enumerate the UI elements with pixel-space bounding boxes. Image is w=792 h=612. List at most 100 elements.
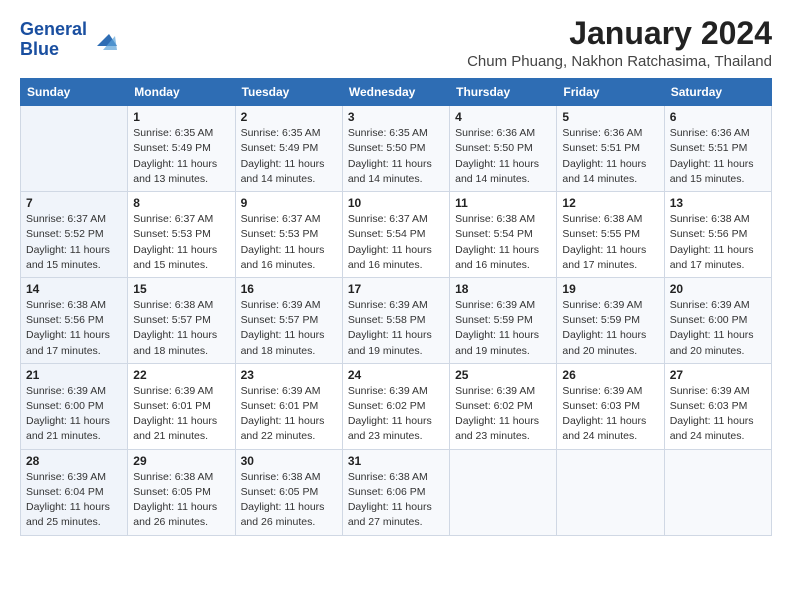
calendar-cell <box>450 449 557 535</box>
day-info: Sunrise: 6:39 AMSunset: 5:57 PMDaylight:… <box>241 298 337 359</box>
calendar-cell: 19 Sunrise: 6:39 AMSunset: 5:59 PMDayligh… <box>557 277 664 363</box>
day-number: 20 <box>670 282 766 296</box>
day-number: 13 <box>670 196 766 210</box>
day-number: 2 <box>241 110 337 124</box>
calendar-cell: 22Sunrise: 6:39 AMSunset: 6:01 PMDayligh… <box>128 363 235 449</box>
day-info: Sunrise: 6:38 AMSunset: 6:05 PMDaylight:… <box>133 470 229 531</box>
calendar-cell: 2Sunrise: 6:35 AMSunset: 5:49 PMDaylight… <box>235 106 342 192</box>
calendar-cell: 4 Sunrise: 6:36 AMSunset: 5:50 PMDaylight… <box>450 106 557 192</box>
day-info: Sunrise: 6:39 AMSunset: 6:04 PMDaylight:… <box>26 470 122 531</box>
calendar-cell: 27Sunrise: 6:39 AMSunset: 6:03 PMDayligh… <box>664 363 771 449</box>
calendar-cell: 20 Sunrise: 6:39 AMSunset: 6:00 PMDayligh… <box>664 277 771 363</box>
day-number: 23 <box>241 368 337 382</box>
calendar-cell: 21Sunrise: 6:39 AMSunset: 6:00 PMDayligh… <box>21 363 128 449</box>
day-info: Sunrise: 6:39 AMSunset: 5:59 PMDaylight:… <box>562 298 658 359</box>
calendar-cell: 16 Sunrise: 6:39 AMSunset: 5:57 PMDayligh… <box>235 277 342 363</box>
day-info: Sunrise: 6:38 AMSunset: 6:06 PMDaylight:… <box>348 470 444 531</box>
calendar-cell: 9 Sunrise: 6:37 AMSunset: 5:53 PMDaylight… <box>235 192 342 278</box>
day-info: Sunrise: 6:35 AMSunset: 5:49 PMDaylight:… <box>133 126 229 187</box>
day-number: 5 <box>562 110 658 124</box>
day-number: 25 <box>455 368 551 382</box>
day-info: Sunrise: 6:36 AMSunset: 5:51 PMDaylight:… <box>562 126 658 187</box>
header-sunday: Sunday <box>21 79 128 106</box>
day-info: Sunrise: 6:39 AMSunset: 6:00 PMDaylight:… <box>670 298 766 359</box>
day-info: Sunrise: 6:36 AMSunset: 5:51 PMDaylight:… <box>670 126 766 187</box>
day-info: Sunrise: 6:38 AMSunset: 6:05 PMDaylight:… <box>241 470 337 531</box>
day-number: 14 <box>26 282 122 296</box>
day-number: 24 <box>348 368 444 382</box>
header-saturday: Saturday <box>664 79 771 106</box>
calendar-cell: 14 Sunrise: 6:38 AMSunset: 5:56 PMDayligh… <box>21 277 128 363</box>
day-info: Sunrise: 6:39 AMSunset: 6:01 PMDaylight:… <box>241 384 337 445</box>
day-info: Sunrise: 6:38 AMSunset: 5:54 PMDaylight:… <box>455 212 551 273</box>
day-info: Sunrise: 6:35 AMSunset: 5:50 PMDaylight:… <box>348 126 444 187</box>
day-info: Sunrise: 6:36 AMSunset: 5:50 PMDaylight:… <box>455 126 551 187</box>
calendar-cell: 13 Sunrise: 6:38 AMSunset: 5:56 PMDayligh… <box>664 192 771 278</box>
calendar-week-3: 14 Sunrise: 6:38 AMSunset: 5:56 PMDayligh… <box>21 277 772 363</box>
calendar-week-5: 28 Sunrise: 6:39 AMSunset: 6:04 PMDayligh… <box>21 449 772 535</box>
day-number: 4 <box>455 110 551 124</box>
day-number: 8 <box>133 196 229 210</box>
day-number: 26 <box>562 368 658 382</box>
calendar-cell: 23 Sunrise: 6:39 AMSunset: 6:01 PMDayligh… <box>235 363 342 449</box>
subtitle: Chum Phuang, Nakhon Ratchasima, Thailand <box>467 53 772 70</box>
calendar-table: SundayMondayTuesdayWednesdayThursdayFrid… <box>20 78 772 535</box>
day-info: Sunrise: 6:38 AMSunset: 5:55 PMDaylight:… <box>562 212 658 273</box>
calendar-week-1: 1 Sunrise: 6:35 AMSunset: 5:49 PMDaylight… <box>21 106 772 192</box>
calendar-cell: 10Sunrise: 6:37 AMSunset: 5:54 PMDayligh… <box>342 192 449 278</box>
header-monday: Monday <box>128 79 235 106</box>
day-number: 16 <box>241 282 337 296</box>
header-thursday: Thursday <box>450 79 557 106</box>
day-info: Sunrise: 6:38 AMSunset: 5:57 PMDaylight:… <box>133 298 229 359</box>
calendar-cell: 17 Sunrise: 6:39 AMSunset: 5:58 PMDayligh… <box>342 277 449 363</box>
day-info: Sunrise: 6:38 AMSunset: 5:56 PMDaylight:… <box>26 298 122 359</box>
day-info: Sunrise: 6:37 AMSunset: 5:53 PMDaylight:… <box>241 212 337 273</box>
day-info: Sunrise: 6:37 AMSunset: 5:52 PMDaylight:… <box>26 212 122 273</box>
day-number: 9 <box>241 196 337 210</box>
day-number: 11 <box>455 196 551 210</box>
day-info: Sunrise: 6:38 AMSunset: 5:56 PMDaylight:… <box>670 212 766 273</box>
day-number: 17 <box>348 282 444 296</box>
calendar-cell: 1 Sunrise: 6:35 AMSunset: 5:49 PMDaylight… <box>128 106 235 192</box>
calendar-cell <box>21 106 128 192</box>
header-friday: Friday <box>557 79 664 106</box>
day-number: 19 <box>562 282 658 296</box>
calendar-week-2: 7 Sunrise: 6:37 AMSunset: 5:52 PMDaylight… <box>21 192 772 278</box>
day-number: 1 <box>133 110 229 124</box>
calendar-cell <box>557 449 664 535</box>
day-number: 12 <box>562 196 658 210</box>
calendar-cell: 3 Sunrise: 6:35 AMSunset: 5:50 PMDaylight… <box>342 106 449 192</box>
header-tuesday: Tuesday <box>235 79 342 106</box>
calendar-cell: 31 Sunrise: 6:38 AMSunset: 6:06 PMDayligh… <box>342 449 449 535</box>
page-header: GeneralBlue January 2024 Chum Phuang, Na… <box>20 16 772 70</box>
logo-text: GeneralBlue <box>20 20 87 60</box>
title-block: January 2024 Chum Phuang, Nakhon Ratchas… <box>467 16 772 70</box>
day-number: 31 <box>348 454 444 468</box>
day-number: 29 <box>133 454 229 468</box>
day-info: Sunrise: 6:39 AMSunset: 6:02 PMDaylight:… <box>348 384 444 445</box>
day-number: 3 <box>348 110 444 124</box>
day-number: 30 <box>241 454 337 468</box>
day-info: Sunrise: 6:39 AMSunset: 5:58 PMDaylight:… <box>348 298 444 359</box>
day-info: Sunrise: 6:39 AMSunset: 6:02 PMDaylight:… <box>455 384 551 445</box>
calendar-cell: 7 Sunrise: 6:37 AMSunset: 5:52 PMDaylight… <box>21 192 128 278</box>
day-number: 15 <box>133 282 229 296</box>
calendar-week-4: 21Sunrise: 6:39 AMSunset: 6:00 PMDayligh… <box>21 363 772 449</box>
main-title: January 2024 <box>467 16 772 51</box>
calendar-cell: 30 Sunrise: 6:38 AMSunset: 6:05 PMDayligh… <box>235 449 342 535</box>
header-wednesday: Wednesday <box>342 79 449 106</box>
logo: GeneralBlue <box>20 20 117 60</box>
day-info: Sunrise: 6:39 AMSunset: 6:01 PMDaylight:… <box>133 384 229 445</box>
calendar-cell: 5 Sunrise: 6:36 AMSunset: 5:51 PMDaylight… <box>557 106 664 192</box>
calendar-header-row: SundayMondayTuesdayWednesdayThursdayFrid… <box>21 79 772 106</box>
day-number: 7 <box>26 196 122 210</box>
calendar-cell: 11 Sunrise: 6:38 AMSunset: 5:54 PMDayligh… <box>450 192 557 278</box>
calendar-cell: 29 Sunrise: 6:38 AMSunset: 6:05 PMDayligh… <box>128 449 235 535</box>
day-info: Sunrise: 6:39 AMSunset: 6:03 PMDaylight:… <box>562 384 658 445</box>
calendar-cell: 6Sunrise: 6:36 AMSunset: 5:51 PMDaylight… <box>664 106 771 192</box>
day-number: 28 <box>26 454 122 468</box>
day-info: Sunrise: 6:39 AMSunset: 6:03 PMDaylight:… <box>670 384 766 445</box>
calendar-cell: 28 Sunrise: 6:39 AMSunset: 6:04 PMDayligh… <box>21 449 128 535</box>
day-number: 21 <box>26 368 122 382</box>
calendar-cell: 12 Sunrise: 6:38 AMSunset: 5:55 PMDayligh… <box>557 192 664 278</box>
